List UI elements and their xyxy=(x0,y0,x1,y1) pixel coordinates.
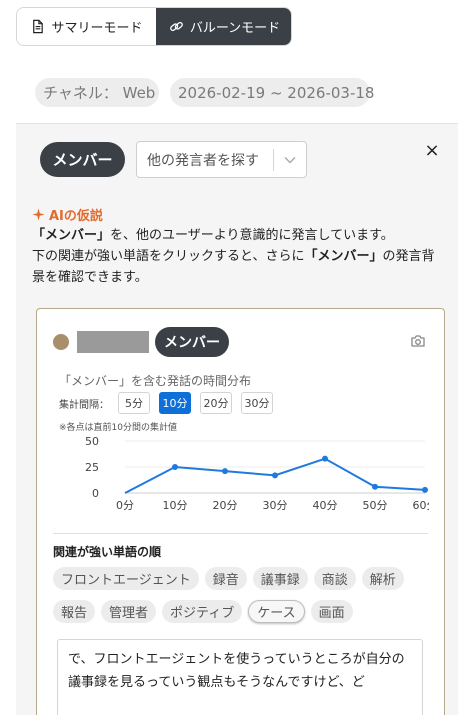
data-point xyxy=(422,486,428,493)
x-tick-label: 20分 xyxy=(213,499,238,512)
x-tick-label: 60分 xyxy=(413,499,430,512)
related-word-chip[interactable]: 商談 xyxy=(313,567,356,590)
document-icon xyxy=(33,19,44,34)
chart-note: ※各点は直前10分間の集計値 xyxy=(59,423,177,433)
avatar xyxy=(53,334,69,350)
camera-icon[interactable] xyxy=(410,333,426,349)
link-icon xyxy=(169,21,183,32)
related-words-list: フロントエージェント 録音 議事録 商談 解析報告 管理者 ポジティブ ケース 画面 xyxy=(53,567,433,623)
related-word-chip[interactable]: 報告 xyxy=(53,600,96,623)
interval-20-button[interactable]: 20分 xyxy=(200,392,232,414)
related-word-chip[interactable]: 管理者 xyxy=(101,600,157,623)
interval-label: 集計間隔： xyxy=(59,399,109,411)
ai-hypothesis-body: 「メンバー」を、他のユーザーより意識的に発言しています。 下の関連が強い単語をク… xyxy=(32,225,444,288)
time-distribution-chart: 50 25 0 0分 10分 20分 30分 40分 50分 60分 xyxy=(85,435,430,512)
data-point xyxy=(222,468,228,475)
interval-selector: 集計間隔： 5分 10分 20分 30分 xyxy=(59,392,273,414)
ai-hypothesis-title: AIの仮説 xyxy=(32,205,103,224)
related-word-chip[interactable]: 画面 xyxy=(310,600,353,623)
balloon-mode-button[interactable]: バルーンモード xyxy=(156,8,291,45)
card-header: メンバー xyxy=(53,327,229,357)
y-tick-label: 50 xyxy=(85,435,99,448)
related-word-chip[interactable]: ケース xyxy=(248,600,305,623)
redacted-name-block xyxy=(77,331,149,353)
card-divider xyxy=(53,533,428,534)
other-speaker-select[interactable]: 他の発言者を探す xyxy=(136,141,307,178)
related-word-chip[interactable]: 録音 xyxy=(204,567,247,590)
interval-10-button[interactable]: 10分 xyxy=(159,392,191,414)
ai-line1-text: を、他のユーザーより意識的に発言しています。 xyxy=(110,228,394,243)
balloon-panel: メンバー 他の発言者を探す × AIの仮説 「メンバー」を、他のユーザーより意識… xyxy=(16,123,458,715)
selected-speaker-pill[interactable]: メンバー xyxy=(40,142,125,177)
data-point xyxy=(272,472,278,479)
ai-speaker-quote-2: 「メンバー」 xyxy=(304,249,383,264)
data-point xyxy=(372,483,378,490)
ai-line2-pre: 下の関連が強い単語をクリックすると、さらに xyxy=(32,249,305,264)
sparkle-icon xyxy=(32,208,45,221)
related-word-chip[interactable]: ポジティブ xyxy=(162,600,243,623)
x-tick-label: 10分 xyxy=(163,499,188,512)
related-word-chip[interactable]: フロントエージェント xyxy=(53,567,199,590)
related-word-chip[interactable]: 議事録 xyxy=(252,567,308,590)
chevron-down-icon[interactable] xyxy=(274,156,306,164)
close-button[interactable]: × xyxy=(422,140,442,161)
card-speaker-tag: メンバー xyxy=(155,327,229,357)
summary-mode-label: サマリーモード xyxy=(51,21,143,36)
speaker-balloon-card: メンバー 「メンバー」を含む発話の時間分布 集計間隔： 5分 10分 20分 3… xyxy=(36,308,445,715)
x-tick-label: 30分 xyxy=(263,499,288,512)
summary-mode-button[interactable]: サマリーモード xyxy=(17,8,156,45)
chart-title: 「メンバー」を含む発話の時間分布 xyxy=(59,374,252,388)
mode-toggle: サマリーモード バルーンモード xyxy=(16,7,292,46)
data-point xyxy=(172,464,178,470)
interval-30-button[interactable]: 30分 xyxy=(241,392,273,414)
x-tick-label: 0分 xyxy=(116,499,134,512)
x-tick-label: 50分 xyxy=(363,499,388,512)
ai-title-text: AIの仮説 xyxy=(49,209,103,224)
related-words-title: 関連が強い単語の順 xyxy=(53,545,162,559)
y-tick-label: 25 xyxy=(85,461,99,474)
other-speaker-placeholder: 他の発言者を探す xyxy=(147,152,259,169)
channel-filter-chip[interactable]: チャネル： Web xyxy=(35,78,159,107)
related-word-chip[interactable]: 解析 xyxy=(361,567,404,590)
ai-speaker-quote: 「メンバー」 xyxy=(32,228,111,243)
y-tick-label: 0 xyxy=(92,487,99,500)
balloon-mode-label: バルーンモード xyxy=(189,21,281,36)
interval-5-button[interactable]: 5分 xyxy=(118,392,150,414)
date-range-chip[interactable]: 2026-02-19 ~ 2026-03-18 xyxy=(170,78,374,107)
data-point xyxy=(322,455,328,462)
utterance-quote: で、フロントエージェントを使うっていうところが自分の議事録を見るっていう観点もそ… xyxy=(57,639,423,715)
x-tick-label: 40分 xyxy=(313,499,338,512)
